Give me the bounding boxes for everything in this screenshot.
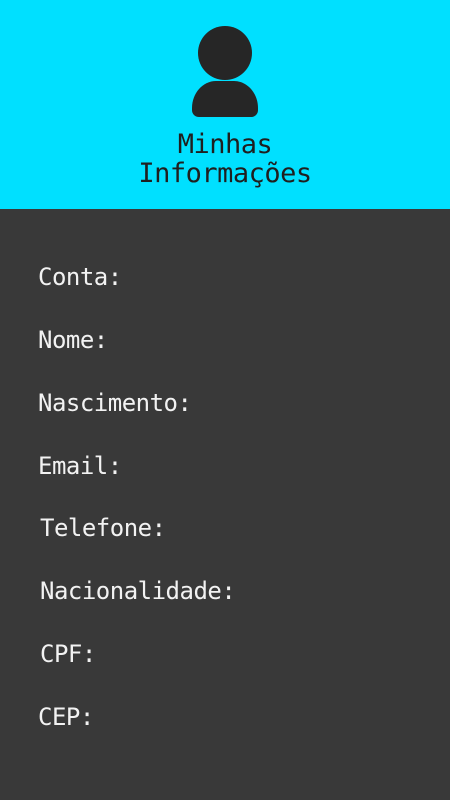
cpf-label: CPF: xyxy=(40,640,96,668)
phone-label: Telefone: xyxy=(40,514,166,542)
user-icon xyxy=(190,26,260,118)
account-label: Conta: xyxy=(38,263,122,291)
page-title: Minhas Informações xyxy=(0,130,450,188)
profile-header: Minhas Informações xyxy=(0,0,450,209)
cep-label: CEP: xyxy=(38,703,94,731)
page-title-line-1: Minhas xyxy=(177,129,273,160)
birthdate-label: Nascimento: xyxy=(38,389,192,417)
page-title-line-2: Informações xyxy=(138,158,312,189)
email-label: Email: xyxy=(38,452,122,480)
nationality-label: Nacionalidade: xyxy=(40,577,236,605)
info-list: Conta: Nome: Nascimento: Email: Telefone… xyxy=(0,209,450,800)
name-label: Nome: xyxy=(38,326,108,354)
